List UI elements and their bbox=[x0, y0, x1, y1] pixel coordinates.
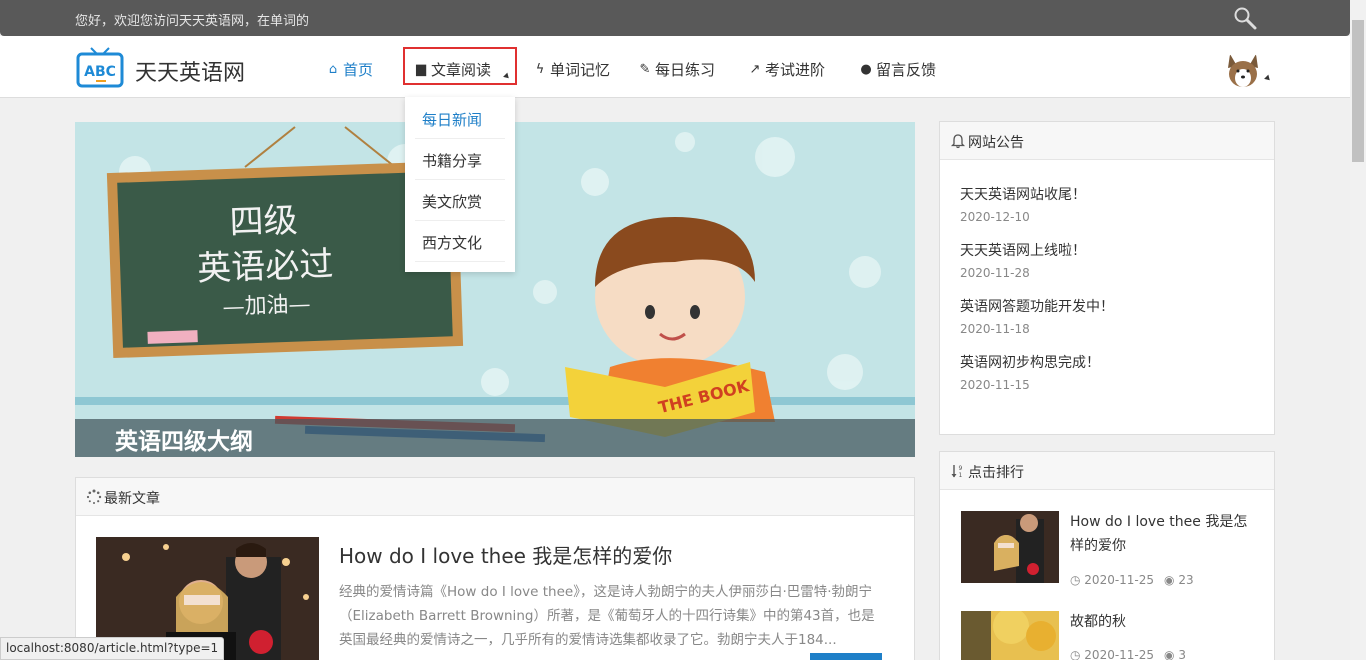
bolt-icon: ϟ bbox=[535, 62, 545, 77]
sort-numeric-icon: 9 1 bbox=[951, 465, 963, 479]
eye-icon: ◉ 3 bbox=[1164, 648, 1186, 660]
click-ranking-title: 点击排行 bbox=[968, 465, 1024, 481]
latest-articles-title: 最新文章 bbox=[104, 491, 160, 507]
site-notice-header: 网站公告 bbox=[940, 122, 1274, 160]
welcome-text: 您好，欢迎您访问天天英语网，在单词的 bbox=[75, 14, 310, 29]
notice-item[interactable]: 天天英语网站收尾！ bbox=[960, 184, 1086, 204]
nav-feedback[interactable]: ● 留言反馈 bbox=[859, 59, 936, 80]
svg-text:四级: 四级 bbox=[229, 201, 298, 243]
svg-text:1: 1 bbox=[959, 472, 963, 479]
notice-date: 2020-11-18 bbox=[960, 322, 1030, 336]
svg-text:—加油—: —加油— bbox=[222, 292, 311, 320]
avatar[interactable] bbox=[1224, 50, 1262, 88]
top-bar: 您好，欢迎您访问天天英语网，在单词的 bbox=[0, 0, 1350, 36]
notice-date: 2020-11-28 bbox=[960, 266, 1030, 280]
click-ranking-panel: 9 1 点击排行 How do I love thee 我是怎样的爱你 ◷ 20… bbox=[939, 451, 1275, 660]
dropdown-item-daily-news[interactable]: 每日新闻 bbox=[422, 109, 482, 130]
rank-thumbnail[interactable] bbox=[961, 611, 1059, 660]
click-ranking-header: 9 1 点击排行 bbox=[940, 452, 1274, 490]
article-title[interactable]: How do I love thee 我是怎样的爱你 bbox=[339, 540, 672, 569]
notice-item[interactable]: 英语网答题功能开发中！ bbox=[960, 296, 1114, 316]
svg-text:9: 9 bbox=[959, 465, 963, 472]
svg-text:ABC: ABC bbox=[84, 64, 116, 80]
status-link-url: localhost:8080/article.html?type=1 bbox=[0, 637, 225, 660]
dropdown-divider bbox=[415, 220, 505, 221]
clock-icon: ◷ 2020-11-25 bbox=[1070, 573, 1155, 587]
read-more-button[interactable] bbox=[810, 653, 882, 660]
latest-articles-header: 最新文章 bbox=[76, 478, 914, 516]
comments-icon: ● bbox=[860, 62, 872, 77]
dropdown-item-book-share[interactable]: 书籍分享 bbox=[422, 150, 482, 171]
banner-caption-bar: 英语四级大纲 bbox=[75, 419, 915, 457]
nav-daily-practice[interactable]: ✎ 每日练习 bbox=[638, 59, 715, 80]
site-logo[interactable]: ABC bbox=[76, 46, 124, 90]
dropdown-item-western-culture[interactable]: 西方文化 bbox=[422, 232, 482, 253]
nav-article-reading[interactable]: ▆ 文章阅读 bbox=[414, 59, 491, 80]
notice-item[interactable]: 天天英语网上线啦！ bbox=[960, 240, 1086, 260]
svg-text:英语必过: 英语必过 bbox=[197, 244, 334, 289]
latest-articles-panel: 最新文章 How do I love thee 我是怎样的爱你 经典的爱情诗篇《… bbox=[75, 477, 915, 660]
page-scrollbar[interactable] bbox=[1350, 0, 1366, 660]
search-icon[interactable] bbox=[1233, 6, 1257, 30]
edit-icon: ✎ bbox=[639, 62, 651, 77]
scroll-thumb[interactable] bbox=[1352, 20, 1364, 162]
rank-item-title[interactable]: How do I love thee 我是怎样的爱你 bbox=[1070, 510, 1250, 558]
site-notice-panel: 网站公告 天天英语网站收尾！ 2020-12-10 天天英语网上线啦！ 2020… bbox=[939, 121, 1275, 435]
banner-caption[interactable]: 英语四级大纲 bbox=[115, 422, 253, 456]
notice-date: 2020-11-15 bbox=[960, 378, 1030, 392]
rank-item-meta: ◷ 2020-11-25 ◉ 3 bbox=[1070, 648, 1186, 660]
avatar-chevron-icon[interactable] bbox=[1264, 74, 1272, 83]
book-icon: ▆ bbox=[416, 62, 426, 77]
nav-word-memory[interactable]: ϟ 单词记忆 bbox=[533, 59, 610, 80]
dropdown-item-fine-essays[interactable]: 美文欣赏 bbox=[422, 191, 482, 212]
main-header: ABC 天天英语网 ⌂ 首页 ▆ 文章阅读 ϟ 单词记忆 ✎ 每日练习 ↗ 考试… bbox=[0, 36, 1350, 98]
spinner-icon bbox=[86, 489, 102, 504]
dropdown-divider bbox=[415, 138, 505, 139]
rank-item-meta: ◷ 2020-11-25 ◉ 23 bbox=[1070, 573, 1194, 587]
article-reading-dropdown: 每日新闻 书籍分享 美文欣赏 西方文化 bbox=[405, 97, 515, 272]
article-summary: 经典的爱情诗篇《How do I love thee》，这是诗人勃朗宁的夫人伊丽… bbox=[339, 584, 875, 648]
brand-name[interactable]: 天天英语网 bbox=[135, 55, 245, 87]
eye-icon: ◉ 23 bbox=[1164, 573, 1194, 587]
bell-icon bbox=[950, 134, 966, 149]
dropdown-divider bbox=[415, 179, 505, 180]
line-chart-icon: ↗ bbox=[749, 62, 761, 77]
notice-item[interactable]: 英语网初步构思完成！ bbox=[960, 352, 1100, 372]
clock-icon: ◷ 2020-11-25 bbox=[1070, 648, 1155, 660]
site-notice-title: 网站公告 bbox=[968, 135, 1024, 151]
nav-exam-advance[interactable]: ↗ 考试进阶 bbox=[748, 59, 825, 80]
notice-date: 2020-12-10 bbox=[960, 210, 1030, 224]
rank-thumbnail[interactable] bbox=[961, 511, 1059, 583]
home-icon: ⌂ bbox=[328, 62, 338, 77]
dropdown-divider bbox=[415, 261, 505, 262]
nav-home[interactable]: ⌂ 首页 bbox=[326, 59, 373, 80]
rank-item-title[interactable]: 故都的秋 bbox=[1070, 610, 1250, 634]
